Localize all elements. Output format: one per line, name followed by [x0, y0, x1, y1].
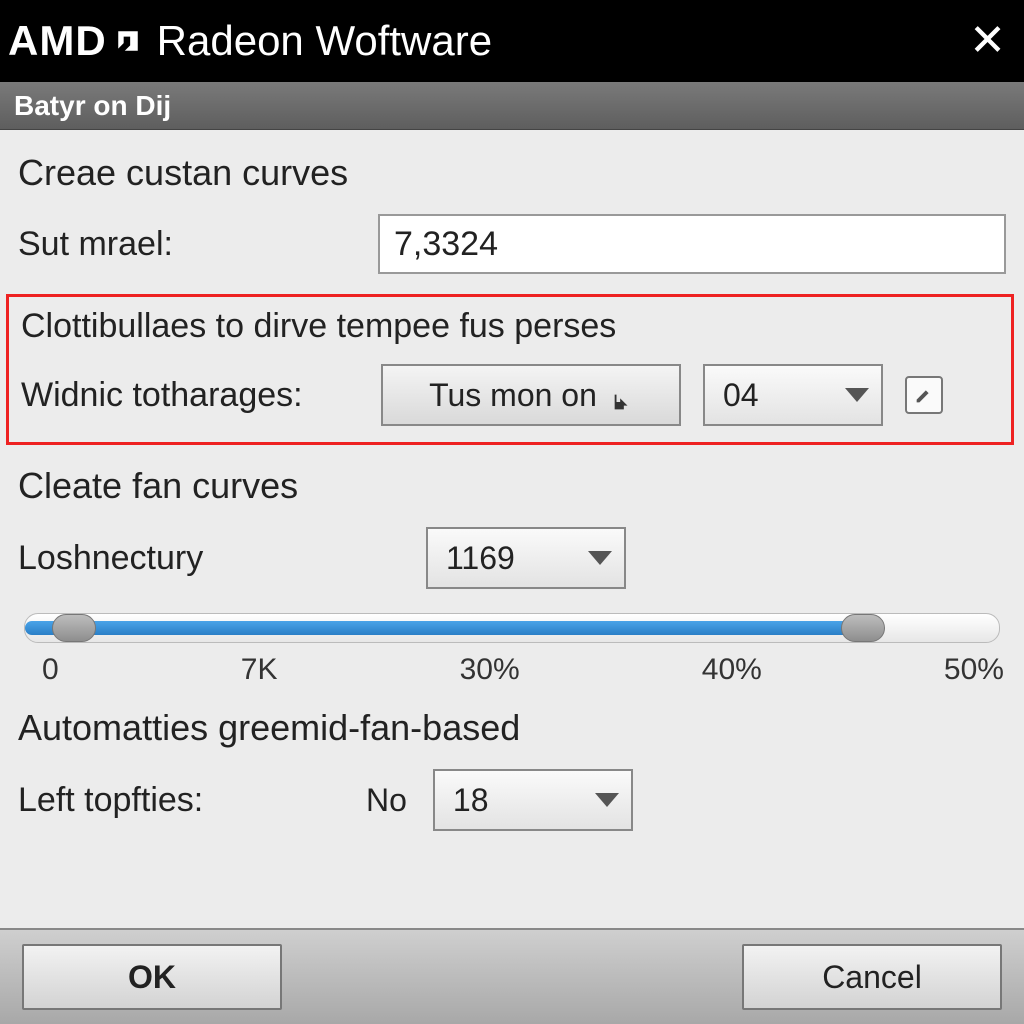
row-left-topfties: Left topfties: No 18 — [18, 769, 1006, 831]
slider-ticks: 0 7K 30% 40% 50% — [18, 649, 1006, 687]
tus-mon-on-button[interactable]: Tus mon on — [381, 364, 681, 426]
row-loshnectury: Loshnectury 1169 — [18, 527, 1006, 589]
ok-button[interactable]: OK — [22, 944, 282, 1010]
tick-4: 50% — [944, 653, 1004, 687]
left-topfties-prefix: No — [366, 782, 407, 819]
widnic-combo-value: 04 — [723, 377, 759, 414]
content-area: Creae custan curves Sut mrael: Clottibul… — [0, 130, 1024, 928]
tick-2: 30% — [460, 653, 520, 687]
window-title: Radeon Woftware — [157, 17, 492, 65]
pencil-icon — [913, 384, 935, 406]
widnic-checkbox[interactable] — [905, 376, 943, 414]
slider-fill — [25, 621, 863, 635]
titlebar: AMD Radeon Woftware ✕ — [0, 0, 1024, 82]
app-window: AMD Radeon Woftware ✕ Batyr on Dij Creae… — [0, 0, 1024, 1024]
sut-mrael-label: Sut mrael: — [18, 225, 358, 264]
row-sut-mrael: Sut mrael: — [18, 214, 1006, 274]
close-icon[interactable]: ✕ — [969, 19, 1006, 63]
tick-0: 0 — [42, 653, 59, 687]
section-2-title: Cleate fan curves — [18, 465, 1006, 507]
loshnectury-combo[interactable]: 1169 — [426, 527, 626, 589]
brand-label: AMD — [8, 17, 107, 65]
slider-section: 0 7K 30% 40% 50% — [18, 609, 1006, 687]
slider-thumb-left[interactable] — [52, 614, 96, 642]
widnic-combo[interactable]: 04 — [703, 364, 883, 426]
chevron-down-icon — [595, 793, 619, 807]
footer: OK Cancel — [0, 928, 1024, 1024]
arrow-down-right-icon — [611, 384, 633, 406]
sut-mrael-input[interactable] — [378, 214, 1006, 274]
highlighted-section: Clottibullaes to dirve tempee fus perses… — [6, 294, 1014, 445]
left-topfties-combo-value: 18 — [453, 782, 489, 819]
amd-logo-icon — [115, 28, 141, 54]
slider-thumb-right[interactable] — [841, 614, 885, 642]
chevron-down-icon — [588, 551, 612, 565]
left-topfties-label: Left topfties: — [18, 781, 346, 820]
titlebar-left: AMD Radeon Woftware — [8, 17, 492, 65]
section-1-title: Creae custan curves — [18, 152, 1006, 194]
section-3-title: Automatties greemid-fan-based — [18, 707, 1006, 749]
tick-1: 7K — [241, 653, 278, 687]
left-topfties-combo[interactable]: 18 — [433, 769, 633, 831]
loshnectury-label: Loshnectury — [18, 539, 406, 578]
loshnectury-combo-value: 1169 — [446, 540, 515, 577]
slider-track[interactable] — [24, 613, 1000, 643]
widnic-label: Widnic totharages: — [21, 376, 359, 415]
highlight-title: Clottibullaes to dirve tempee fus perses — [21, 307, 999, 346]
cancel-button[interactable]: Cancel — [742, 944, 1002, 1010]
chevron-down-icon — [845, 388, 869, 402]
tick-3: 40% — [702, 653, 762, 687]
subheader: Batyr on Dij — [0, 82, 1024, 130]
row-widnic: Widnic totharages: Tus mon on 04 — [21, 364, 999, 426]
tus-mon-on-label: Tus mon on — [429, 377, 597, 414]
